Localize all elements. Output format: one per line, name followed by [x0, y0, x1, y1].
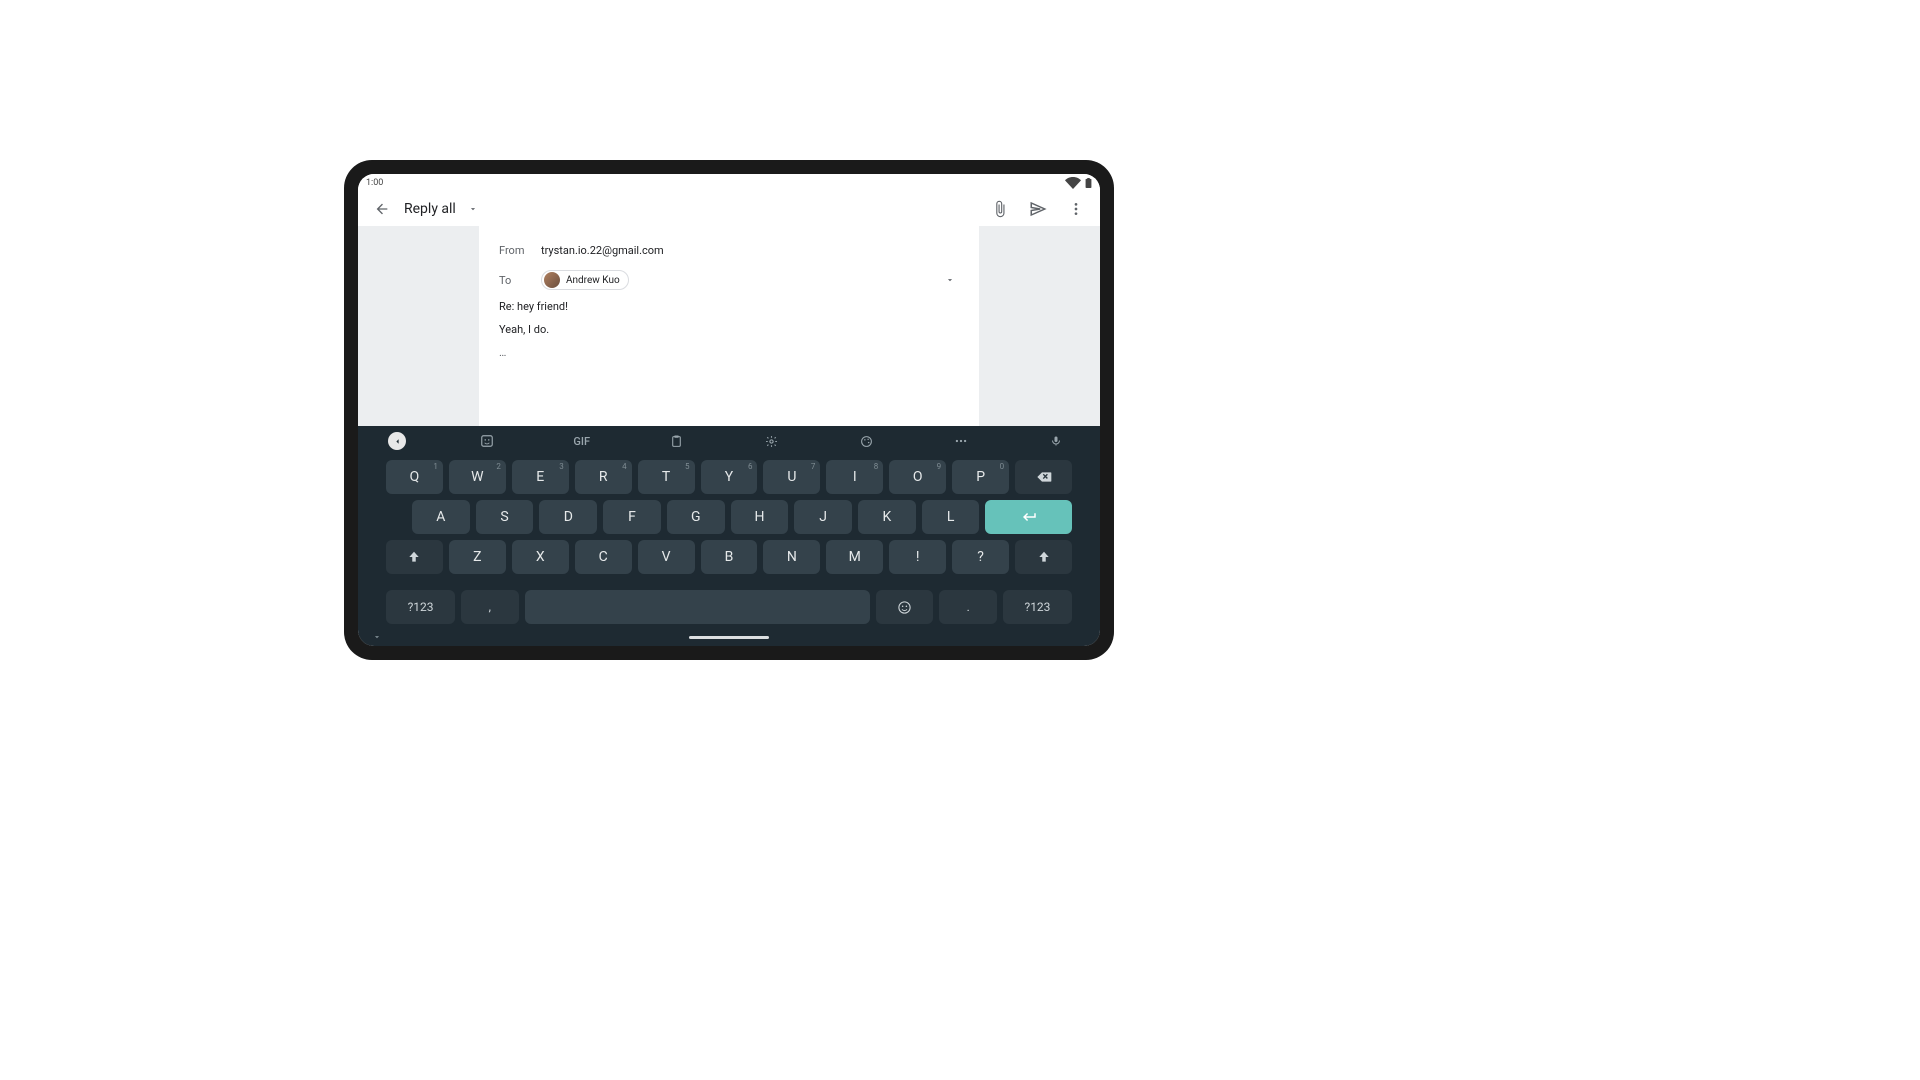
theme-icon[interactable] [852, 430, 880, 452]
key-z[interactable]: Z [449, 540, 506, 574]
key-e[interactable]: E3 [512, 460, 569, 494]
key-m[interactable]: M [826, 540, 883, 574]
compose-card: From trystan.io.22@gmail.com To Andrew K… [479, 226, 979, 426]
attach-icon[interactable] [988, 197, 1012, 221]
key-w[interactable]: W2 [449, 460, 506, 494]
key-r[interactable]: R4 [575, 460, 632, 494]
key-t[interactable]: T5 [638, 460, 695, 494]
recipient-name: Andrew Kuo [566, 275, 620, 286]
wifi-icon [1065, 175, 1081, 191]
shift-key-right[interactable] [1015, 540, 1072, 574]
key-h[interactable]: H [731, 500, 789, 534]
more-icon[interactable] [947, 430, 975, 452]
key-p[interactable]: P0 [952, 460, 1009, 494]
tablet-screen: 1:00 Reply all [358, 174, 1100, 646]
keyboard-collapse-icon[interactable] [388, 432, 406, 450]
shift-key-left[interactable] [386, 540, 443, 574]
more-menu-icon[interactable] [1064, 197, 1088, 221]
enter-key[interactable] [985, 500, 1072, 534]
battery-icon [1085, 178, 1092, 188]
key-j[interactable]: J [794, 500, 852, 534]
back-arrow-icon[interactable] [370, 197, 394, 221]
key-bang[interactable]: ! [889, 540, 946, 574]
mic-icon[interactable] [1042, 430, 1070, 452]
keyboard-hide-icon[interactable] [372, 632, 382, 642]
comma-key[interactable]: , [461, 590, 519, 624]
gif-button[interactable]: GIF [568, 430, 596, 452]
avatar [544, 272, 560, 288]
key-d[interactable]: D [539, 500, 597, 534]
sticker-icon[interactable] [473, 430, 501, 452]
onscreen-keyboard: GIF Q1W2E3R4 [358, 426, 1100, 646]
space-key[interactable] [525, 590, 870, 624]
keyboard-row-4: ?123 , . ?123 [358, 590, 1100, 628]
period-key[interactable]: . [939, 590, 997, 624]
key-f[interactable]: F [603, 500, 661, 534]
key-s[interactable]: S [476, 500, 534, 534]
key-i[interactable]: I8 [826, 460, 883, 494]
subject-field[interactable]: Re: hey friend! [499, 300, 959, 313]
clipboard-icon[interactable] [663, 430, 691, 452]
keyboard-row-2: ASDFGHJKL [386, 500, 1072, 534]
status-bar: 1:00 [358, 174, 1100, 192]
home-pill[interactable] [689, 636, 769, 639]
keyboard-toolbar: GIF [358, 426, 1100, 456]
content-area: From trystan.io.22@gmail.com To Andrew K… [358, 226, 1100, 426]
key-x[interactable]: X [512, 540, 569, 574]
key-question[interactable]: ? [952, 540, 1009, 574]
key-y[interactable]: Y6 [701, 460, 758, 494]
body-field[interactable]: Yeah, I do. [499, 323, 959, 336]
title-dropdown-icon[interactable] [466, 197, 480, 221]
from-row[interactable]: From trystan.io.22@gmail.com [499, 240, 959, 260]
to-label: To [499, 274, 527, 287]
from-value: trystan.io.22@gmail.com [541, 244, 664, 257]
key-n[interactable]: N [763, 540, 820, 574]
key-u[interactable]: U7 [763, 460, 820, 494]
send-icon[interactable] [1026, 197, 1050, 221]
numbers-key-right[interactable]: ?123 [1003, 590, 1072, 624]
to-row[interactable]: To Andrew Kuo [499, 270, 959, 290]
key-a[interactable]: A [412, 500, 470, 534]
key-c[interactable]: C [575, 540, 632, 574]
key-k[interactable]: K [858, 500, 916, 534]
emoji-key[interactable] [876, 590, 934, 624]
key-q[interactable]: Q1 [386, 460, 443, 494]
expand-recipients-icon[interactable] [945, 275, 959, 285]
numbers-key-left[interactable]: ?123 [386, 590, 455, 624]
keyboard-row-3: ZXCVBNM!? [386, 540, 1072, 574]
tablet-frame: 1:00 Reply all [344, 160, 1114, 660]
key-o[interactable]: O9 [889, 460, 946, 494]
recipient-chip[interactable]: Andrew Kuo [541, 270, 629, 290]
key-v[interactable]: V [638, 540, 695, 574]
app-bar: Reply all [358, 192, 1100, 226]
quoted-text-toggle[interactable]: … [499, 346, 959, 359]
status-time: 1:00 [366, 178, 383, 188]
keyboard-row-1: Q1W2E3R4T5Y6U7I8O9P0 [386, 460, 1072, 494]
nav-bar [358, 628, 1100, 646]
from-label: From [499, 244, 527, 257]
key-g[interactable]: G [667, 500, 725, 534]
key-l[interactable]: L [922, 500, 980, 534]
backspace-key[interactable] [1015, 460, 1072, 494]
key-b[interactable]: B [701, 540, 758, 574]
page-title: Reply all [404, 201, 456, 217]
settings-icon[interactable] [757, 430, 785, 452]
